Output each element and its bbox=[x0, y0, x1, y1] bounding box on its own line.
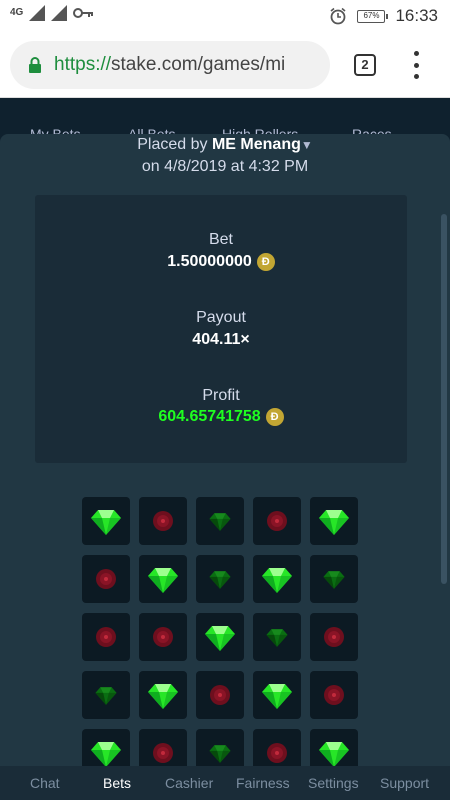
bet-stats-panel: Bet 1.50000000 Đ Payout 404.11× Profit 6… bbox=[35, 195, 407, 463]
mines-tile bbox=[139, 671, 187, 719]
profit-row: 604.65741758 Đ bbox=[35, 408, 407, 426]
mine-icon bbox=[153, 627, 173, 647]
mine-icon bbox=[153, 511, 173, 531]
player-name[interactable]: ME Menang bbox=[212, 136, 301, 153]
mines-tile bbox=[82, 613, 130, 661]
mines-tile bbox=[196, 671, 244, 719]
nav-settings[interactable]: Settings bbox=[308, 775, 359, 791]
mine-icon bbox=[267, 743, 287, 763]
gem-icon bbox=[205, 626, 235, 651]
gem-icon bbox=[209, 571, 231, 589]
bottom-nav: Chat Bets Cashier Fairness Settings Supp… bbox=[0, 766, 450, 800]
mines-tile bbox=[310, 671, 358, 719]
payout-row: 404.11× bbox=[35, 331, 407, 349]
address-bar[interactable]: https:// stake.com/games/mi bbox=[10, 41, 330, 89]
nav-bets[interactable]: Bets bbox=[103, 775, 131, 791]
profit-value: 604.65741758 bbox=[158, 408, 261, 425]
gem-icon bbox=[95, 687, 117, 705]
mine-icon bbox=[267, 511, 287, 531]
mines-tile bbox=[310, 613, 358, 661]
browser-toolbar: https:// stake.com/games/mi 2 bbox=[0, 32, 450, 98]
gem-icon bbox=[323, 571, 345, 589]
status-bar: 4G 67% 16:33 bbox=[0, 0, 450, 32]
mine-icon bbox=[210, 685, 230, 705]
signal-icon bbox=[51, 5, 68, 21]
url-scheme: https:// bbox=[54, 54, 112, 75]
mines-tile bbox=[253, 613, 301, 661]
mine-icon bbox=[324, 627, 344, 647]
gem-icon bbox=[262, 684, 292, 709]
mines-tile bbox=[310, 497, 358, 545]
placed-by-label: Placed by bbox=[137, 136, 208, 153]
nav-cashier[interactable]: Cashier bbox=[165, 775, 213, 791]
bet-amount-row: 1.50000000 Đ bbox=[35, 253, 407, 271]
chevron-down-icon[interactable]: ▼ bbox=[301, 138, 313, 152]
mines-tile bbox=[82, 555, 130, 603]
modal-scrollbar[interactable] bbox=[441, 214, 447, 584]
url-text: stake.com/games/mi bbox=[111, 54, 286, 75]
gem-icon bbox=[262, 568, 292, 593]
mines-tile bbox=[196, 497, 244, 545]
mines-tile bbox=[82, 497, 130, 545]
mines-tile bbox=[253, 497, 301, 545]
gem-icon bbox=[209, 745, 231, 763]
mines-tile bbox=[82, 671, 130, 719]
mines-tile bbox=[253, 555, 301, 603]
nav-fairness[interactable]: Fairness bbox=[236, 775, 290, 791]
mines-tile bbox=[196, 555, 244, 603]
tab-switcher-button[interactable]: 2 bbox=[354, 54, 376, 76]
gem-icon bbox=[91, 742, 121, 767]
payout-label: Payout bbox=[196, 309, 246, 326]
mine-icon bbox=[153, 743, 173, 763]
clock: 16:33 bbox=[395, 6, 438, 25]
mines-tile bbox=[196, 613, 244, 661]
bet-date: on 4/8/2019 at 4:32 PM bbox=[141, 158, 309, 175]
gem-icon bbox=[319, 742, 349, 767]
mines-tile bbox=[139, 555, 187, 603]
mine-icon bbox=[96, 569, 116, 589]
battery-icon: 67% bbox=[357, 9, 389, 23]
nav-chat[interactable]: Chat bbox=[30, 775, 60, 791]
key-icon bbox=[73, 8, 94, 18]
network-type: 4G bbox=[10, 7, 24, 18]
bet-amount: 1.50000000 bbox=[167, 253, 252, 270]
alarm-icon bbox=[330, 7, 346, 25]
mine-icon bbox=[96, 627, 116, 647]
signal-icon bbox=[29, 5, 46, 21]
profit-label: Profit bbox=[202, 387, 240, 404]
dogecoin-icon: Đ bbox=[265, 408, 284, 426]
nav-support[interactable]: Support bbox=[380, 775, 429, 791]
browser-menu-button[interactable] bbox=[406, 51, 426, 79]
gem-icon bbox=[319, 510, 349, 535]
mine-icon bbox=[324, 685, 344, 705]
gem-icon bbox=[266, 629, 288, 647]
mines-tile bbox=[253, 671, 301, 719]
gem-icon bbox=[148, 568, 178, 593]
bet-label: Bet bbox=[208, 231, 233, 248]
gem-icon bbox=[91, 510, 121, 535]
mines-tile bbox=[310, 555, 358, 603]
payout-value: 404.11× bbox=[192, 331, 250, 348]
mines-tile bbox=[139, 613, 187, 661]
gem-icon bbox=[209, 513, 231, 531]
mines-tile bbox=[139, 497, 187, 545]
lock-icon bbox=[29, 57, 41, 73]
dogecoin-icon: Đ bbox=[256, 253, 275, 271]
gem-icon bbox=[148, 684, 178, 709]
placed-by: Placed by ME Menang▼ bbox=[0, 136, 450, 154]
